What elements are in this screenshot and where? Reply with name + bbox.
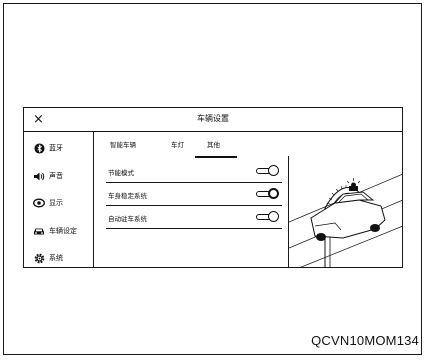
car-stability-illustration: 1/hrs bbox=[288, 156, 404, 269]
sidebar-item-label: 车辆设定 bbox=[49, 227, 77, 235]
title-bar: × 车辆设置 bbox=[24, 108, 402, 132]
sidebar-item-system[interactable]: 系统 bbox=[33, 251, 63, 265]
auto-hold-toggle[interactable] bbox=[256, 211, 279, 222]
sidebar-item-bluetooth[interactable]: 蓝牙 bbox=[33, 141, 63, 155]
setting-row-auto-hold: 自动驻车系统 bbox=[106, 208, 282, 229]
sidebar: 蓝牙 声音 显示 车辆设定 系统 bbox=[24, 132, 94, 268]
tab-selected-indicator bbox=[195, 156, 237, 158]
display-icon bbox=[33, 197, 45, 209]
gear-icon bbox=[33, 252, 45, 264]
toggle-knob bbox=[268, 188, 279, 199]
settings-screen: × 车辆设置 蓝牙 声音 显示 车辆设定 系统 智能车辆 车灯 其他 节能模式 … bbox=[23, 107, 404, 269]
sidebar-item-label: 显示 bbox=[49, 199, 63, 207]
sidebar-item-sound[interactable]: 声音 bbox=[33, 169, 63, 183]
toggle-knob bbox=[268, 165, 279, 176]
setting-label: 车身稳定系统 bbox=[108, 192, 147, 200]
sidebar-item-display[interactable]: 显示 bbox=[33, 196, 63, 210]
tab-bar: 智能车辆 车灯 其他 bbox=[94, 132, 284, 154]
tab-other[interactable]: 其他 bbox=[207, 139, 220, 149]
sidebar-item-vehicle-settings[interactable]: 车辆设定 bbox=[33, 224, 77, 238]
document-code: QCVN10MOM134 bbox=[311, 333, 419, 348]
eco-mode-toggle[interactable] bbox=[256, 165, 279, 176]
tab-lights[interactable]: 车灯 bbox=[171, 139, 184, 149]
setting-row-stability-control: 车身稳定系统 bbox=[106, 185, 282, 206]
setting-label: 自动驻车系统 bbox=[108, 215, 147, 223]
stability-control-toggle[interactable] bbox=[256, 188, 279, 199]
sidebar-item-label: 声音 bbox=[49, 172, 63, 180]
setting-label: 节能模式 bbox=[108, 169, 134, 177]
sidebar-item-label: 系统 bbox=[49, 254, 63, 262]
toggle-knob bbox=[268, 211, 279, 222]
setting-row-eco-mode: 节能模式 bbox=[106, 162, 282, 183]
car-icon bbox=[33, 225, 45, 237]
page-title: 车辆设置 bbox=[197, 114, 229, 123]
tab-smart-vehicle[interactable]: 智能车辆 bbox=[110, 139, 136, 149]
sidebar-item-label: 蓝牙 bbox=[49, 144, 63, 152]
speaker-icon bbox=[33, 170, 45, 182]
bluetooth-icon bbox=[33, 142, 45, 154]
